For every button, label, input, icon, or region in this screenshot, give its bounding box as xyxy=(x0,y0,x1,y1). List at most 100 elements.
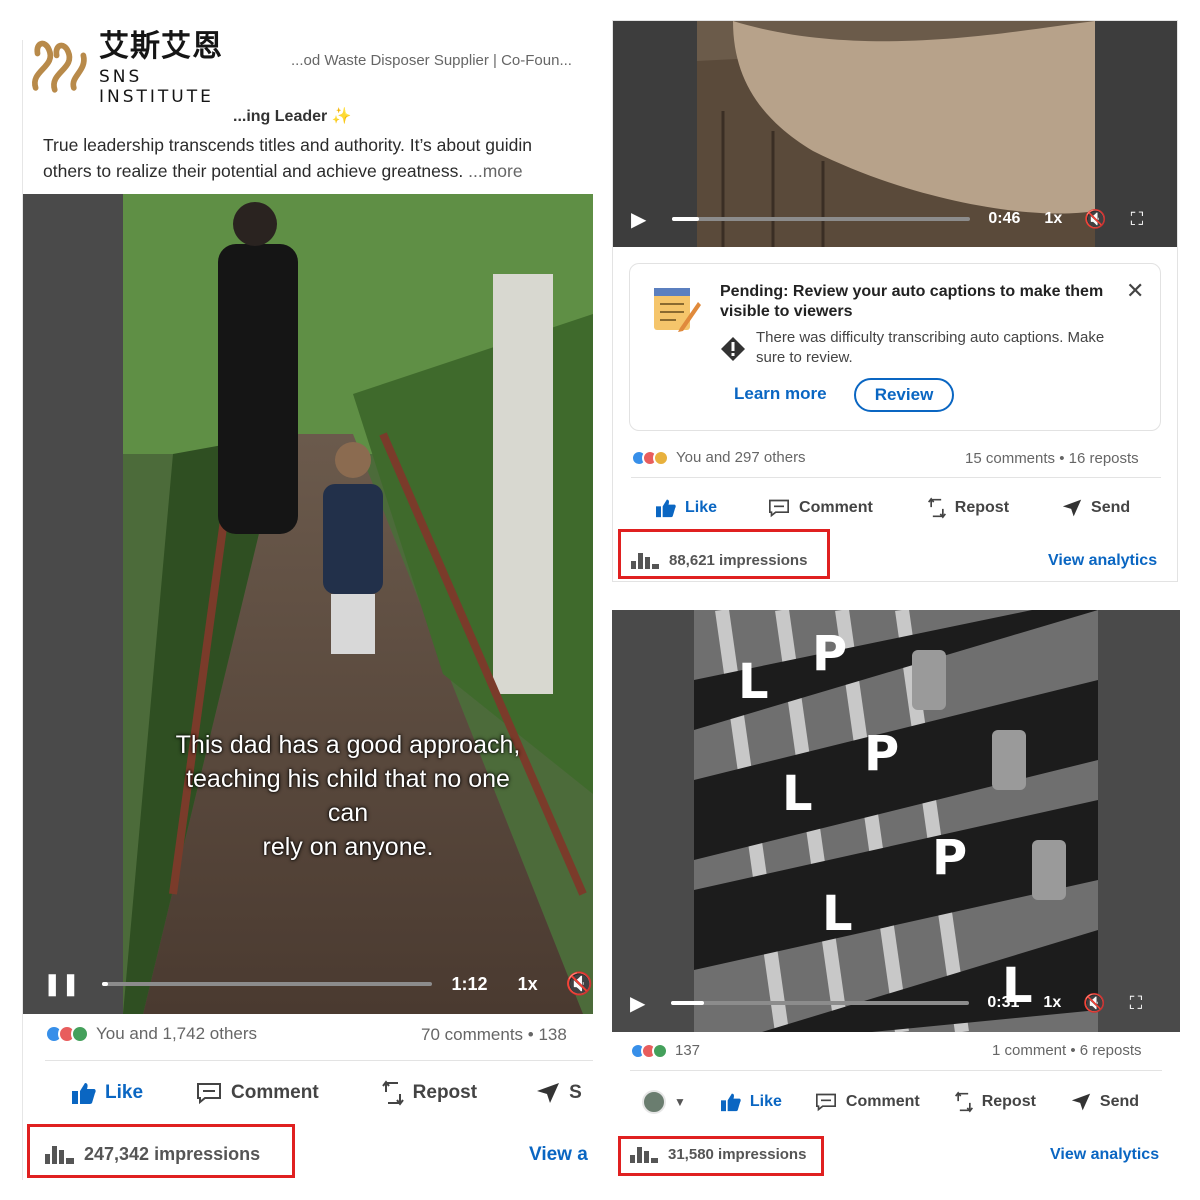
video-player[interactable]: This dad has a good approach, teaching h… xyxy=(23,194,593,1014)
thumbs-up-icon xyxy=(655,498,677,518)
like-button[interactable]: Like xyxy=(720,1092,782,1112)
comment-button[interactable]: Comment xyxy=(195,1081,319,1105)
close-icon[interactable]: ✕ xyxy=(1126,278,1144,304)
view-analytics-link[interactable]: View analytics xyxy=(1048,552,1157,570)
video-time: 0:46 xyxy=(988,210,1021,227)
view-analytics-link[interactable]: View analytics xyxy=(1050,1146,1159,1164)
post-heading: ...ing Leader ✨ xyxy=(233,108,352,125)
pause-icon[interactable]: ❚❚ xyxy=(43,971,80,997)
avatar xyxy=(642,1090,666,1114)
repost-button[interactable]: Repost xyxy=(954,1091,1036,1113)
send-button[interactable]: S xyxy=(535,1081,582,1105)
comment-button[interactable]: Comment xyxy=(814,1092,920,1112)
repost-button[interactable]: Repost xyxy=(381,1080,477,1106)
progress-fill xyxy=(671,1001,705,1005)
left-post: ...od Waste Disposer Supplier | Co-Foun.… xyxy=(22,40,593,1180)
comments-reposts-count[interactable]: 70 comments • 138 xyxy=(421,1025,567,1045)
repost-icon xyxy=(927,497,947,519)
belt-letter: P xyxy=(932,830,967,886)
author-headline[interactable]: ...od Waste Disposer Supplier | Co-Foun.… xyxy=(291,52,591,69)
progress-bar[interactable] xyxy=(671,1001,970,1005)
notice-title: Pending: Review your auto captions to ma… xyxy=(720,283,1104,320)
reactions-summary[interactable]: 137 xyxy=(630,1042,700,1059)
belt-letter: P xyxy=(864,726,899,782)
reactions-summary[interactable]: You and 1,742 others xyxy=(45,1024,257,1044)
video-player[interactable]: ▶ 0:46 1x 🔇 ⛶ xyxy=(613,21,1177,247)
video-frame-boardwalk xyxy=(23,194,593,1014)
post-actions: ▼ Like Comment Repost Send xyxy=(642,1090,1139,1114)
notepad-pencil-icon xyxy=(654,288,701,332)
send-icon xyxy=(535,1081,561,1105)
send-button[interactable]: Send xyxy=(1070,1092,1139,1112)
impressions-highlight-box xyxy=(618,1136,824,1176)
post-actions: Like Comment Repost S xyxy=(71,1080,582,1106)
video-controls: ❚❚ 1:12 1x 🔇 xyxy=(23,954,593,1014)
belt-letter: L xyxy=(738,654,769,710)
reactions-summary[interactable]: You and 297 others xyxy=(631,449,806,466)
comments-reposts-count[interactable]: 1 comment • 6 reposts xyxy=(992,1042,1141,1059)
comment-icon xyxy=(195,1081,223,1105)
send-button[interactable]: Send xyxy=(1061,498,1130,518)
progress-fill xyxy=(101,982,109,986)
comment-icon xyxy=(767,498,791,518)
repost-button[interactable]: Repost xyxy=(927,497,1009,519)
play-icon[interactable]: ▶ xyxy=(631,207,646,232)
mute-icon[interactable]: 🔇 xyxy=(1084,209,1106,230)
video-frame-loom: L P L P L P L xyxy=(612,610,1180,1032)
auto-captions-notice: Pending: Review your auto captions to ma… xyxy=(629,263,1161,431)
divider xyxy=(630,1070,1162,1071)
post-body-line-2: others to realize their potential and ac… xyxy=(43,161,523,181)
sparkle-emoji-icon: ✨ xyxy=(331,108,352,125)
play-icon[interactable]: ▶ xyxy=(630,991,645,1016)
post-text: ...ing Leader ✨ True leadership transcen… xyxy=(23,106,593,184)
like-button[interactable]: Like xyxy=(655,498,717,518)
post-actions: Like Comment Repost Send xyxy=(655,497,1130,519)
top-right-post: ▶ 0:46 1x 🔇 ⛶ Pending: Review your auto … xyxy=(612,20,1178,582)
repost-icon xyxy=(381,1080,405,1106)
video-controls: ▶ 0:31 1x 🔇 ⛶ xyxy=(612,974,1180,1032)
impressions-highlight-box xyxy=(618,529,830,579)
video-time: 0:31 xyxy=(987,994,1020,1011)
comments-reposts-count[interactable]: 15 comments • 16 reposts xyxy=(965,450,1139,467)
belt-letter: L xyxy=(822,886,853,942)
post-body-line-1: True leadership transcends titles and au… xyxy=(43,135,532,155)
chevron-down-icon: ▼ xyxy=(674,1095,686,1109)
send-icon xyxy=(1061,498,1083,518)
thumbs-up-icon xyxy=(720,1092,742,1112)
speed-button[interactable]: 1x xyxy=(518,974,538,995)
comment-icon xyxy=(814,1092,838,1112)
review-button[interactable]: Review xyxy=(854,378,954,412)
video-subtitle: This dad has a good approach, teaching h… xyxy=(175,731,521,861)
see-more-link[interactable]: ...more xyxy=(468,161,522,181)
progress-bar[interactable] xyxy=(101,982,432,986)
mute-icon[interactable]: 🔇 xyxy=(1083,993,1105,1014)
notice-message: There was difficulty transcribing auto c… xyxy=(756,329,1105,366)
belt-letter: L xyxy=(782,766,813,822)
fullscreen-icon[interactable]: ⛶ xyxy=(1130,993,1143,1014)
divider xyxy=(45,1060,593,1061)
learn-more-button[interactable]: Learn more xyxy=(734,384,827,404)
support-reaction-icon xyxy=(71,1025,89,1043)
support-reaction-icon xyxy=(652,1042,668,1059)
video-player[interactable]: L P L P L P L ▶ 0:31 1x 🔇 ⛶ xyxy=(612,610,1180,1032)
view-analytics-link[interactable]: View a xyxy=(529,1144,588,1166)
progress-fill xyxy=(672,217,700,221)
actor-switcher[interactable]: ▼ xyxy=(642,1090,686,1114)
send-icon xyxy=(1070,1092,1092,1112)
like-button[interactable]: Like xyxy=(71,1081,143,1105)
impressions-highlight-box xyxy=(27,1124,295,1178)
insightful-reaction-icon xyxy=(653,449,669,466)
video-controls: ▶ 0:46 1x 🔇 ⛶ xyxy=(613,191,1177,247)
progress-bar[interactable] xyxy=(672,217,971,221)
speed-button[interactable]: 1x xyxy=(1044,210,1062,228)
mute-icon[interactable]: 🔇 xyxy=(566,971,593,997)
fullscreen-icon[interactable]: ⛶ xyxy=(1131,209,1144,230)
repost-icon xyxy=(954,1091,974,1113)
divider xyxy=(631,477,1161,478)
belt-letter: P xyxy=(812,626,847,682)
video-time: 1:12 xyxy=(451,973,488,994)
thumbs-up-icon xyxy=(71,1081,97,1105)
warning-icon xyxy=(721,337,745,361)
comment-button[interactable]: Comment xyxy=(767,498,873,518)
speed-button[interactable]: 1x xyxy=(1043,994,1061,1012)
